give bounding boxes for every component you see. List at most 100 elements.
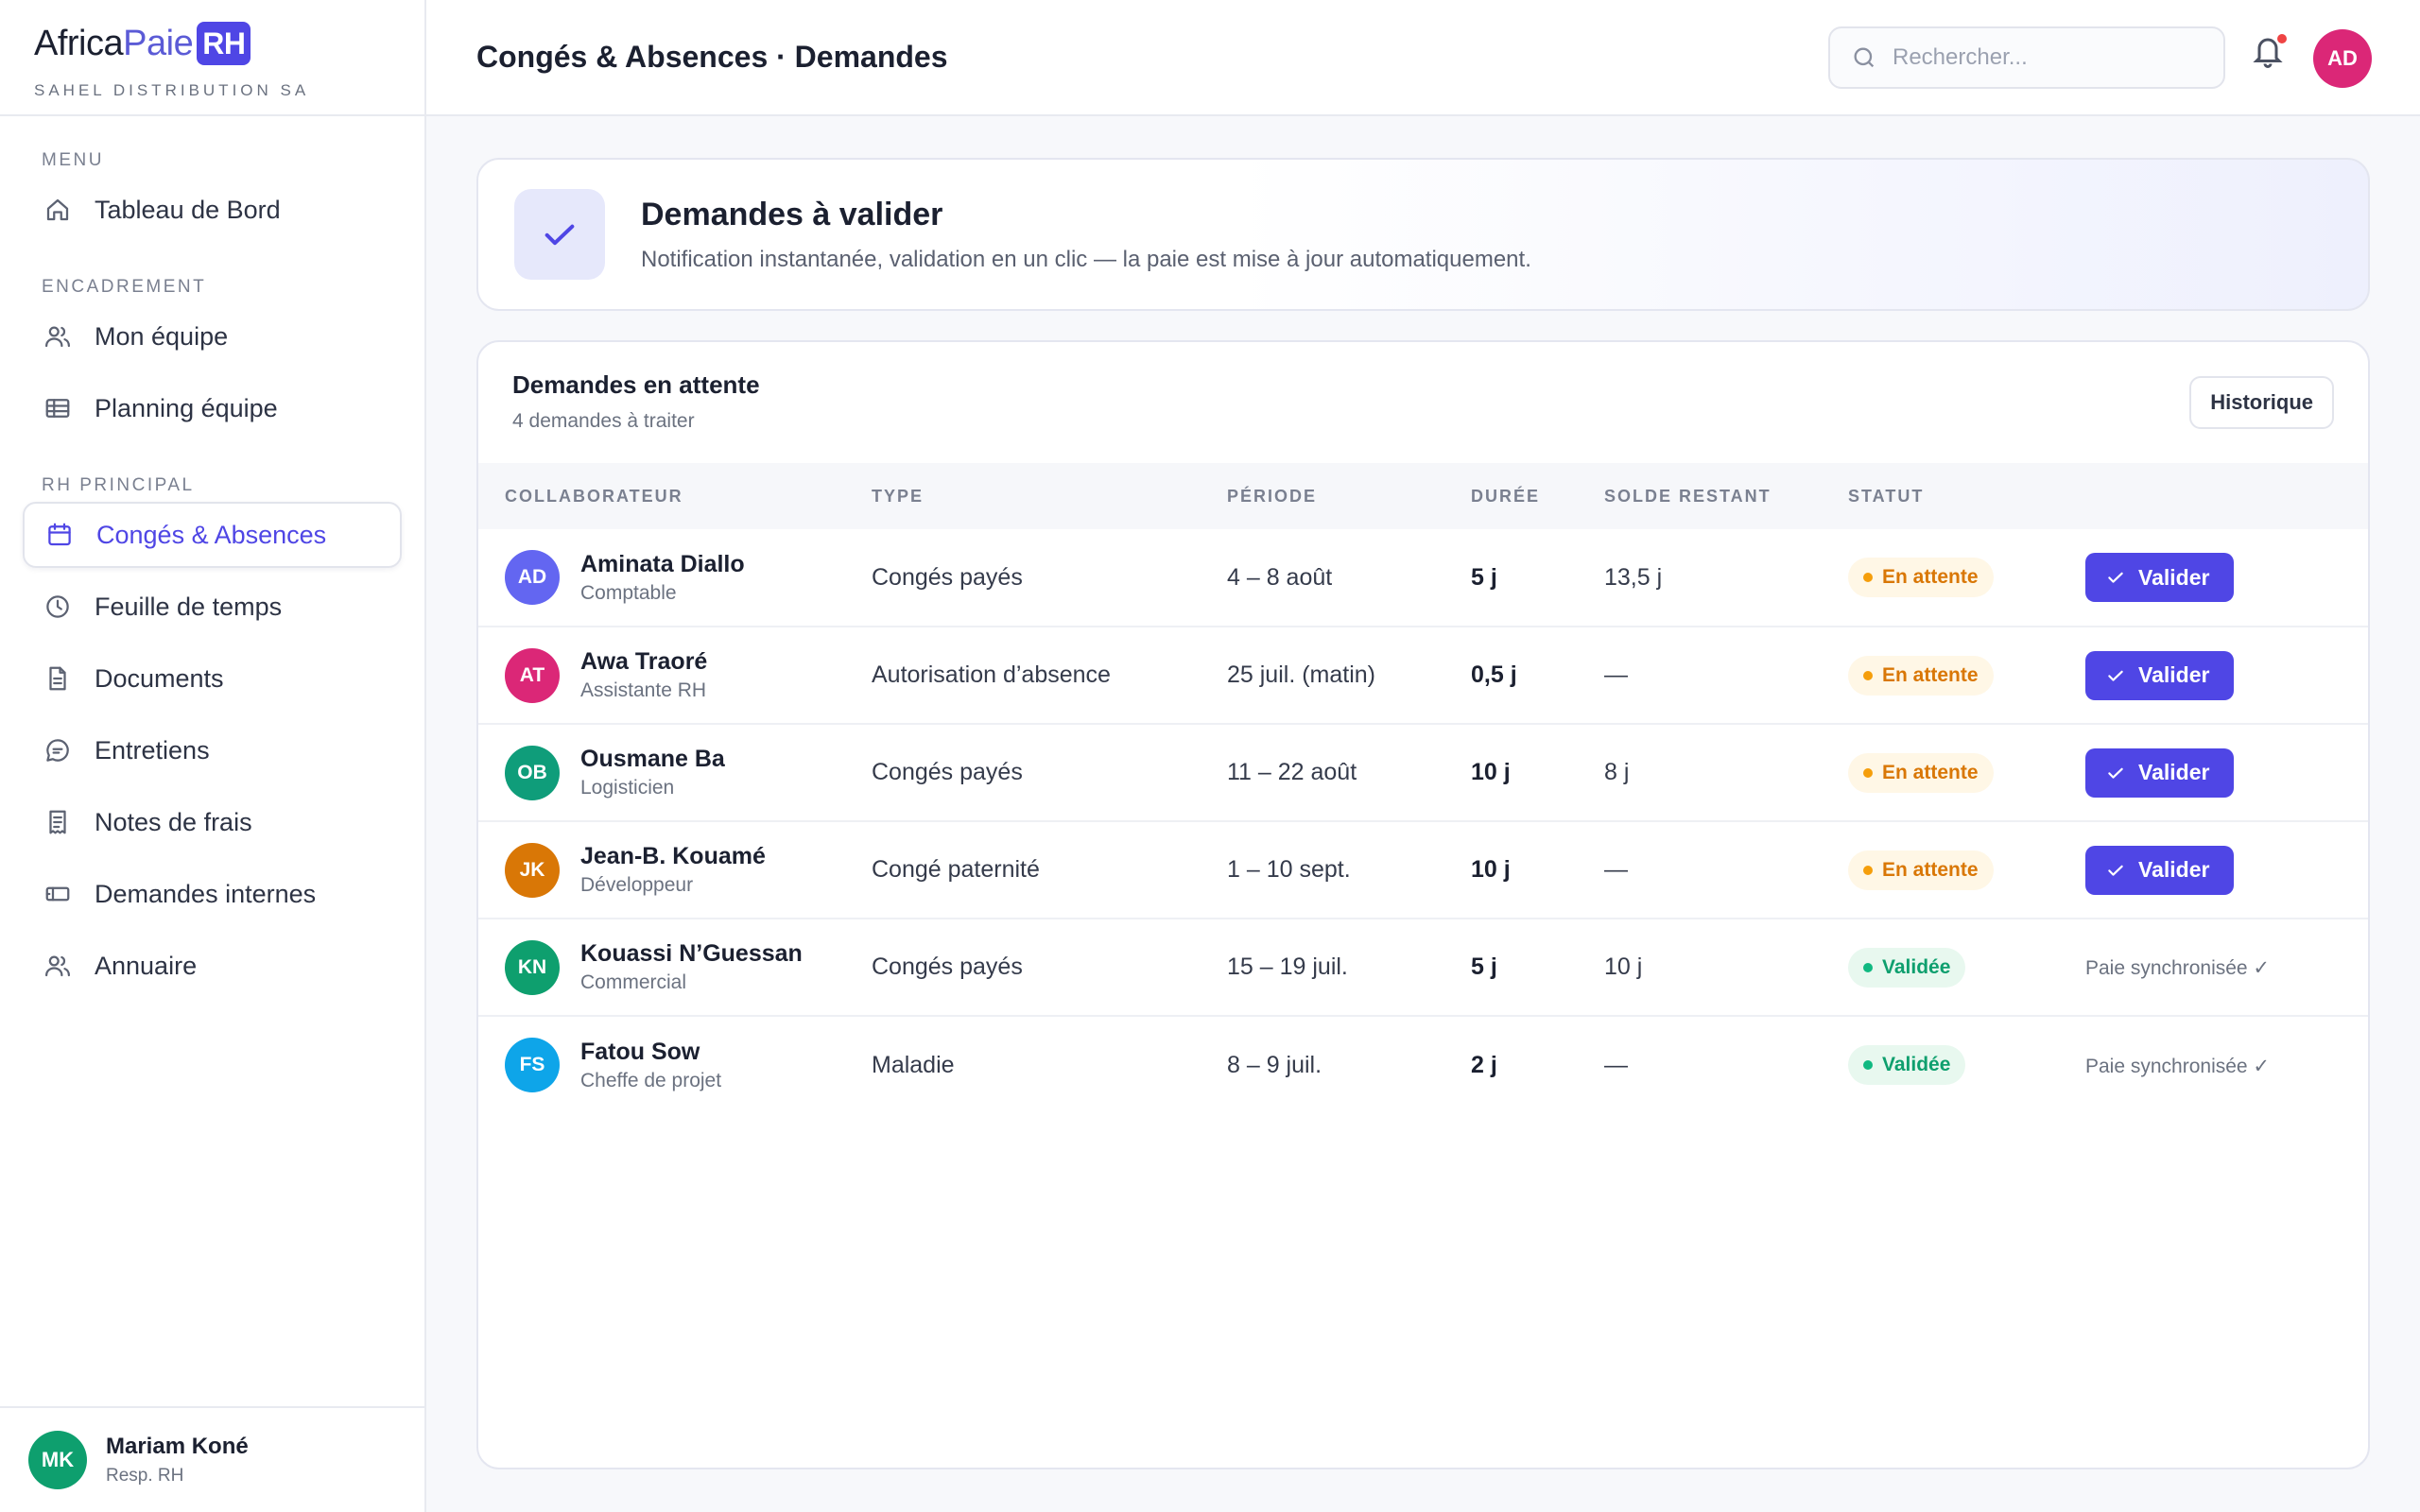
- col-header-type[interactable]: TYPE: [872, 463, 1227, 529]
- validate-button-label: Valider: [2138, 857, 2210, 882]
- employee-role: Commercial: [580, 971, 687, 993]
- sidebar-item-notes-de-frais[interactable]: Notes de frais: [23, 789, 402, 855]
- validate-button[interactable]: Valider: [2085, 650, 2235, 700]
- status-dot: [1863, 573, 1873, 582]
- validate-button[interactable]: Valider: [2085, 845, 2235, 895]
- leave-duration: 10 j: [1471, 856, 1511, 883]
- table-row[interactable]: KN Kouassi N’Guessan Commercial Congés p…: [478, 919, 2368, 1016]
- sidebar-item-label: Entretiens: [95, 735, 210, 765]
- table-row[interactable]: JK Jean-B. Kouamé Développeur Congé pate…: [478, 821, 2368, 919]
- remaining-balance: —: [1604, 856, 1628, 883]
- employee-name: Fatou Sow: [580, 1038, 700, 1065]
- employee-role: Cheffe de projet: [580, 1069, 722, 1091]
- table-row[interactable]: AT Awa Traoré Assistante RH Autorisation…: [478, 627, 2368, 724]
- sidebar-item-tableau-de-bord[interactable]: Tableau de Bord: [23, 177, 402, 243]
- check-icon: [2108, 865, 2123, 876]
- brand-area: Africa Paie RH SAHEL DISTRIBUTION SA: [0, 0, 424, 116]
- col-header-period[interactable]: PÉRIODE: [1227, 463, 1471, 529]
- leave-duration: 10 j: [1471, 759, 1511, 785]
- search-input[interactable]: [1893, 44, 2214, 71]
- employee-cell: AD Aminata Diallo Comptable: [505, 550, 872, 605]
- requests-table: COLLABORATEUR TYPE PÉRIODE DURÉE SOLDE R…: [478, 463, 2368, 1113]
- clock-icon: [42, 591, 74, 623]
- employee-name: Kouassi N’Guessan: [580, 940, 803, 967]
- leave-period: 15 – 19 juil.: [1227, 954, 1348, 980]
- check-icon: [2108, 572, 2123, 583]
- employee-role: Assistante RH: [580, 679, 707, 701]
- sidebar-item-demandes-internes[interactable]: Demandes internes: [23, 861, 402, 927]
- leave-type: Congé paternité: [872, 856, 1040, 883]
- sidebar-nav: MENU Tableau de Bord ENCADREMENT Mon équipe…: [0, 116, 424, 999]
- status-text: En attente: [1882, 663, 1979, 686]
- sidebar-item-label: Documents: [95, 663, 224, 693]
- table-row[interactable]: FS Fatou Sow Cheffe de projet Maladie 8 …: [478, 1016, 2368, 1113]
- leave-duration: 2 j: [1471, 1051, 1497, 1078]
- validation-banner: Demandes à valider Notification instanta…: [476, 158, 2370, 311]
- notifications-button[interactable]: [2251, 32, 2289, 77]
- status-dot: [1863, 767, 1873, 778]
- card-subtitle: 4 demandes à traiter: [512, 410, 695, 432]
- ticket-icon: [42, 878, 74, 910]
- search-box[interactable]: [1828, 26, 2225, 89]
- sidebar-item-label: Notes de frais: [95, 807, 252, 836]
- table-icon: [42, 392, 74, 424]
- sidebar-item-feuille-de-temps[interactable]: Feuille de temps: [23, 574, 402, 640]
- status-dot: [1863, 865, 1873, 875]
- leave-type: Congés payés: [872, 563, 1023, 591]
- company-name: SAHEL DISTRIBUTION SA: [34, 81, 310, 99]
- app-logo[interactable]: Africa Paie RH: [34, 17, 424, 70]
- sidebar-item-annuaire[interactable]: Annuaire: [23, 933, 402, 999]
- header-avatar[interactable]: AD: [2313, 29, 2372, 88]
- payroll-synced-note: Paie synchronisée ✓: [2085, 1055, 2271, 1077]
- col-header-employee[interactable]: COLLABORATEUR: [478, 463, 872, 529]
- col-header-balance[interactable]: SOLDE RESTANT: [1604, 463, 1848, 529]
- action-cell: Valider: [2085, 627, 2368, 724]
- employee-name: Jean-B. Kouamé: [580, 843, 766, 869]
- table-row[interactable]: AD Aminata Diallo Comptable Congés payés…: [478, 529, 2368, 627]
- current-user[interactable]: MK Mariam Koné Resp. RH: [0, 1406, 424, 1512]
- validate-button-label: Valider: [2138, 564, 2210, 590]
- employee-cell: FS Fatou Sow Cheffe de projet: [505, 1038, 872, 1092]
- sidebar-item-conges-absences[interactable]: Congés & Absences: [23, 502, 402, 568]
- validate-button[interactable]: Valider: [2085, 747, 2235, 798]
- col-header-actions: [2085, 463, 2368, 529]
- action-cell: Valider: [2085, 821, 2368, 919]
- status-text: Validée: [1882, 955, 1951, 978]
- sidebar-item-documents[interactable]: Documents: [23, 645, 402, 712]
- sidebar-item-label: Feuille de temps: [95, 592, 283, 621]
- remaining-balance: 8 j: [1604, 759, 1630, 785]
- sidebar-section-label: MENU: [42, 150, 104, 170]
- sidebar-item-planning-equipe[interactable]: Planning équipe: [23, 375, 402, 441]
- search-icon: [1854, 47, 1875, 68]
- sidebar-item-label: Tableau de Bord: [95, 195, 281, 224]
- col-header-duration[interactable]: DURÉE: [1471, 463, 1604, 529]
- avatar: KN: [505, 939, 560, 995]
- table-row[interactable]: OB Ousmane Ba Logisticien Congés payés 1…: [478, 724, 2368, 821]
- page-title: Congés & Absences · Demandes: [476, 40, 948, 74]
- leave-type: Autorisation d’absence: [872, 662, 1111, 688]
- leave-type: Congés payés: [872, 759, 1023, 785]
- avatar: OB: [505, 745, 560, 800]
- logo-badge-rh: RH: [197, 22, 251, 65]
- document-icon: [42, 662, 74, 695]
- status-text: En attente: [1882, 858, 1979, 881]
- sidebar-item-entretiens[interactable]: Entretiens: [23, 717, 402, 783]
- users-icon: [42, 950, 74, 982]
- leave-duration: 0,5 j: [1471, 662, 1517, 688]
- col-header-status[interactable]: STATUT: [1848, 463, 2085, 529]
- action-cell: Paie synchronisée ✓: [2085, 1016, 2368, 1113]
- sidebar-section-label: RH PRINCIPAL: [42, 475, 195, 495]
- user-role: Resp. RH: [106, 1466, 184, 1486]
- employee-cell: AT Awa Traoré Assistante RH: [505, 647, 872, 703]
- sidebar-item-mon-equipe[interactable]: Mon équipe: [23, 303, 402, 369]
- validate-button[interactable]: Valider: [2085, 553, 2235, 602]
- banner-check-icon: [514, 189, 605, 280]
- leave-duration: 5 j: [1471, 563, 1497, 591]
- status-badge: En attente: [1848, 752, 1994, 793]
- history-button[interactable]: Historique: [2189, 376, 2334, 429]
- status-badge: Validée: [1848, 947, 1966, 988]
- status-badge: En attente: [1848, 850, 1994, 890]
- sidebar: Africa Paie RH SAHEL DISTRIBUTION SA MEN…: [0, 0, 426, 1512]
- receipt-icon: [42, 806, 74, 838]
- status-text: Validée: [1882, 1054, 1951, 1075]
